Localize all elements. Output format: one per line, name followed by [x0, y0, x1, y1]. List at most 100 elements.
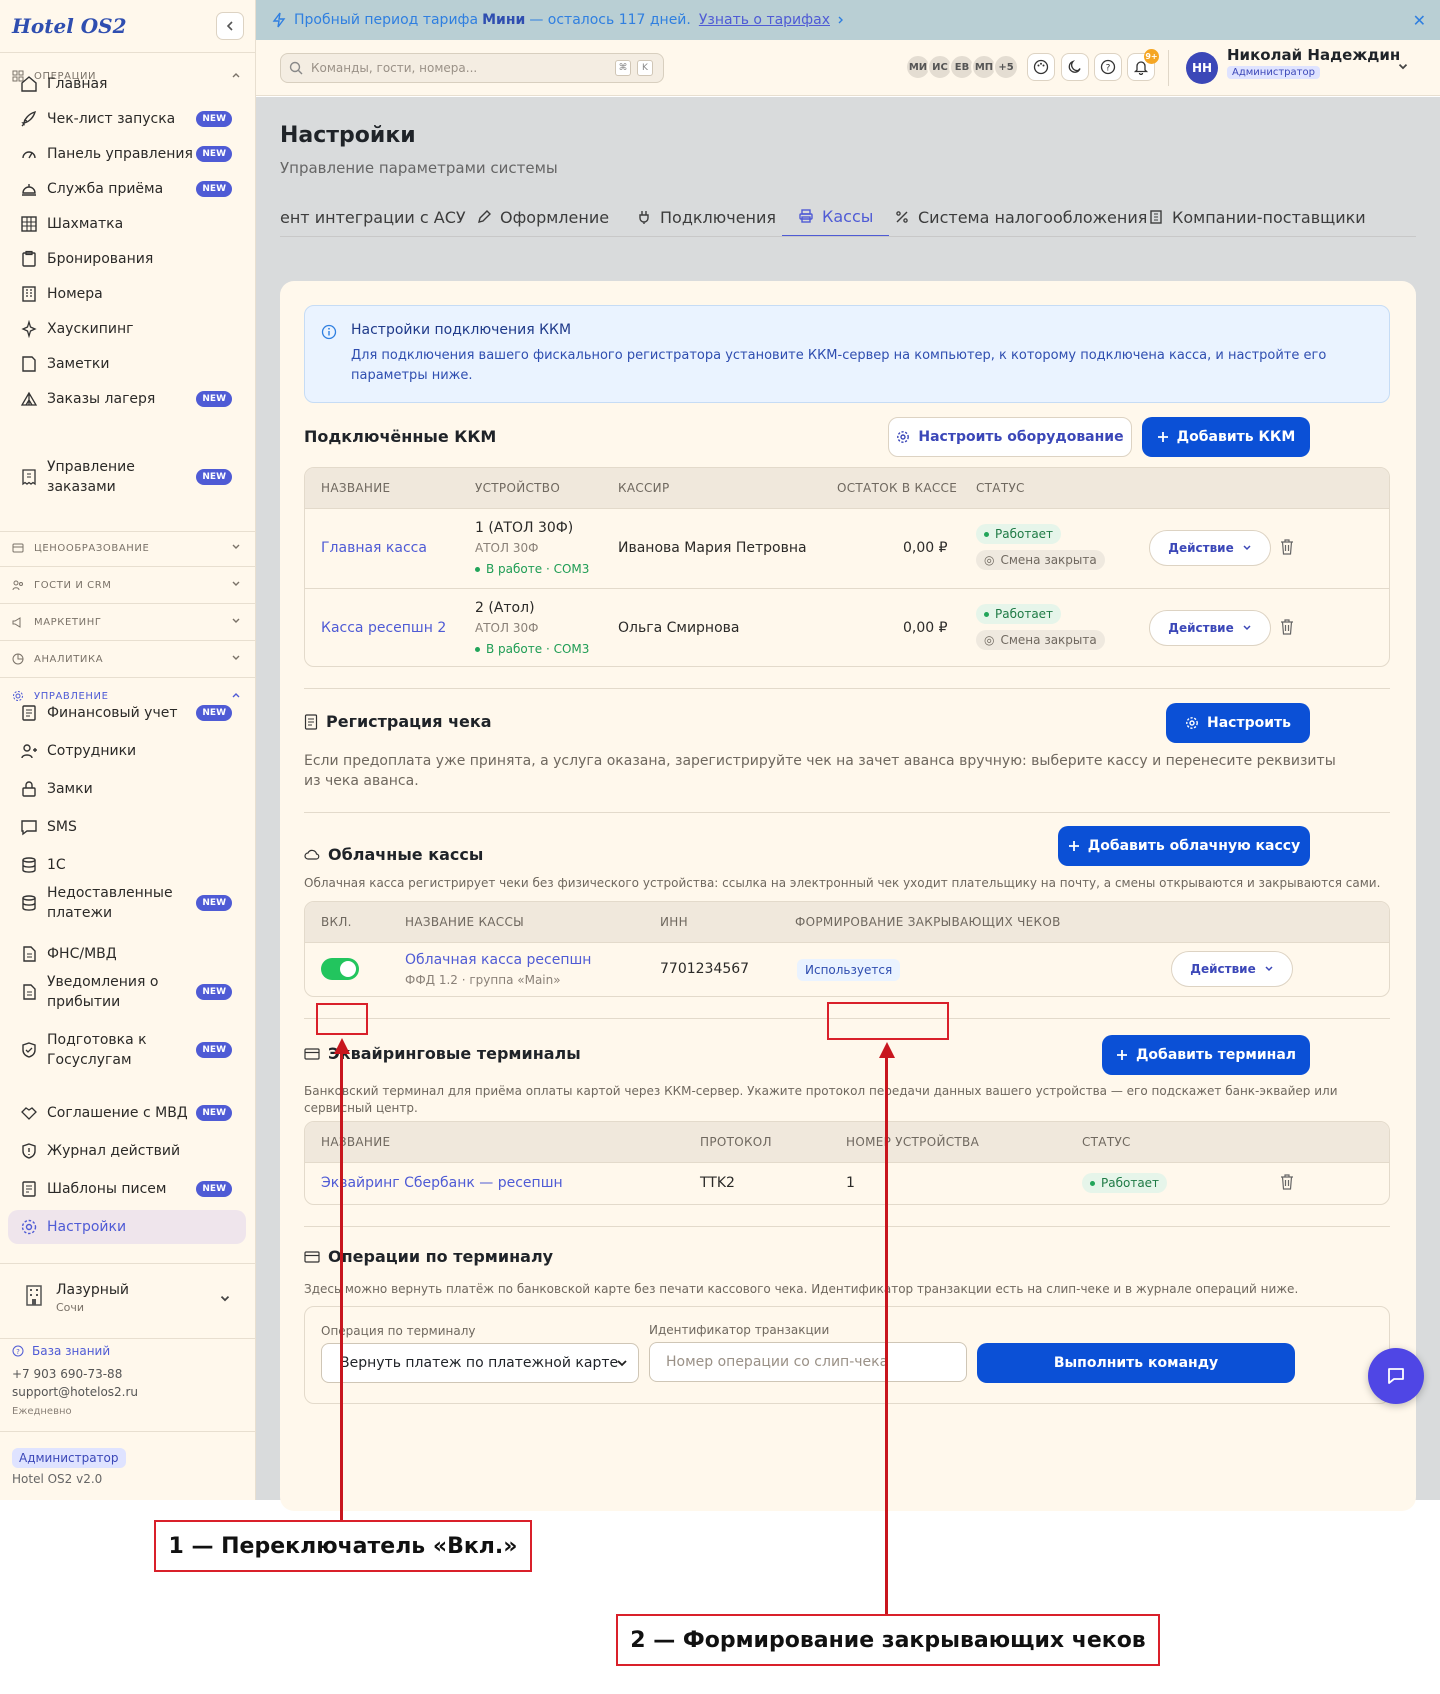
tab-label: Подключения — [660, 207, 777, 227]
kkm-name-link[interactable]: Главная касса — [321, 540, 427, 556]
notifications-button[interactable]: 9+ — [1127, 49, 1159, 81]
tariffs-link[interactable]: Узнать о тарифах — [699, 12, 830, 28]
lightning-icon — [272, 12, 286, 28]
sidebar-item-arrival-notices[interactable]: Уведомления о прибытии NEW — [20, 971, 246, 1013]
cloud-register-link[interactable]: Облачная касса ресепшн — [405, 952, 591, 968]
tab-suppliers[interactable]: Компании-поставщики — [1148, 197, 1366, 236]
trial-banner: Пробный период тарифа Мини — осталось 11… — [256, 0, 1440, 40]
sidebar-item-home[interactable]: Главная — [20, 67, 246, 101]
sidebar-item-label: Настройки — [47, 1219, 127, 1235]
operation-select[interactable]: Вернуть платеж по платежной карте — [321, 1343, 639, 1383]
support-phone[interactable]: +7 903 690-73-88 — [12, 1367, 122, 1381]
configure-receipt-button[interactable]: Настроить — [1166, 703, 1310, 743]
knowledge-base-link[interactable]: ? База знаний — [12, 1344, 110, 1358]
sidebar-item-sms[interactable]: SMS — [20, 810, 246, 844]
chat-button[interactable] — [1368, 1348, 1424, 1404]
tab-connections[interactable]: Подключения — [636, 197, 777, 236]
kkm-name-link[interactable]: Касса ресепшн 2 — [321, 620, 446, 636]
closing-receipts-badge[interactable]: Используется — [797, 959, 901, 981]
sidebar-item-staff[interactable]: Сотрудники — [20, 734, 246, 768]
terminal-ops-form: Операция по терминалу Вернуть платеж по … — [304, 1306, 1390, 1404]
add-kkm-button[interactable]: Добавить ККМ — [1142, 417, 1310, 457]
sidebar-item-front-desk[interactable]: Служба приёма NEW — [20, 172, 246, 206]
dark-mode-button[interactable] — [1061, 53, 1089, 81]
tab-taxation[interactable]: Система налогообложения — [894, 197, 1147, 236]
tab-asu-integration[interactable]: ент интеграции с АСУ — [280, 197, 466, 236]
sidebar-item-fns-mvd[interactable]: ФНС/МВД — [20, 937, 246, 971]
divider — [304, 1226, 1390, 1227]
sidebar-item-activity-log[interactable]: Журнал действий — [20, 1134, 246, 1168]
online-users[interactable]: МИ ИС ЕВ МП +5 — [905, 54, 1019, 80]
divider — [304, 688, 1390, 689]
tab-label: Кассы — [822, 206, 874, 226]
status-dot — [475, 566, 480, 572]
sidebar-item-chessboard[interactable]: Шахматка — [20, 207, 246, 241]
sidebar-item-locks[interactable]: Замки — [20, 772, 246, 806]
action-dropdown-button[interactable]: Действие — [1149, 530, 1271, 566]
handshake-icon — [20, 1104, 38, 1122]
add-terminal-button[interactable]: Добавить терминал — [1102, 1035, 1310, 1075]
user-icon — [20, 742, 38, 760]
status-text: Работает — [995, 607, 1054, 621]
app-logo[interactable]: Hotel OS2 — [12, 14, 127, 38]
close-banner-button[interactable]: ✕ — [1413, 11, 1426, 30]
column-header: КАССИР — [618, 481, 670, 495]
run-command-button[interactable]: Выполнить команду — [977, 1343, 1295, 1383]
new-badge: NEW — [196, 1105, 232, 1121]
group-analytics[interactable]: АНАЛИТИКА — [12, 649, 244, 669]
transaction-id-input[interactable]: Номер операции со слип-чека — [649, 1342, 967, 1382]
sidebar-item-housekeeping[interactable]: Хаускипинг — [20, 312, 246, 346]
plus-icon — [1116, 1049, 1128, 1061]
message-icon — [20, 818, 38, 836]
user-avatar[interactable]: НН — [1186, 52, 1218, 84]
user-name[interactable]: Николай Надеждин — [1227, 46, 1400, 64]
history-icon — [20, 1142, 38, 1160]
theme-palette-button[interactable] — [1027, 53, 1055, 81]
avatar-more[interactable]: +5 — [993, 54, 1019, 80]
tab-cash-registers[interactable]: Кассы — [782, 197, 890, 236]
sidebar-item-dashboard[interactable]: Панель управления NEW — [20, 137, 246, 171]
tab-appearance[interactable]: Оформление — [476, 197, 609, 236]
highlight-toggle — [316, 1003, 368, 1035]
transaction-id-placeholder: Номер операции со слип-чека — [666, 1354, 889, 1370]
group-guests[interactable]: ГОСТИ И CRM — [12, 575, 244, 595]
note-icon — [20, 355, 38, 373]
delete-terminal-button[interactable] — [1280, 1174, 1294, 1190]
sidebar-item-notes[interactable]: Заметки — [20, 347, 246, 381]
trash-icon — [1281, 619, 1293, 635]
support-email[interactable]: support@hotelos2.ru — [12, 1385, 138, 1399]
device-state-text: В работе · COM3 — [486, 642, 590, 656]
sidebar-item-label: Замки — [47, 781, 93, 797]
sidebar-item-mvd-agreement[interactable]: Соглашение с МВД NEW — [20, 1096, 246, 1130]
group-pricing[interactable]: ЦЕНООБРАЗОВАНИЕ — [12, 538, 244, 558]
terminal-name-link[interactable]: Эквайринг Сбербанк — ресепшн — [321, 1175, 563, 1191]
section-title-text: Эквайринговые терминалы — [328, 1044, 581, 1063]
enable-toggle[interactable] — [321, 958, 359, 980]
sidebar-item-finance[interactable]: Финансовый учет NEW — [20, 696, 246, 730]
collapse-sidebar-button[interactable] — [216, 12, 244, 40]
sidebar-item-email-templates[interactable]: Шаблоны писем NEW — [20, 1172, 246, 1206]
add-cloud-register-button[interactable]: Добавить облачную кассу — [1058, 826, 1310, 866]
chevron-down-icon[interactable] — [1396, 60, 1410, 74]
sidebar-item-bookings[interactable]: Бронирования — [20, 242, 246, 276]
delete-kkm-button[interactable] — [1280, 539, 1294, 555]
sidebar-item-order-management[interactable]: Управление заказами NEW — [20, 456, 246, 498]
action-dropdown-button[interactable]: Действие — [1149, 610, 1271, 646]
delete-kkm-button[interactable] — [1280, 619, 1294, 635]
sidebar-item-1c[interactable]: 1С — [20, 848, 246, 882]
sidebar-item-gosuslugi[interactable]: Подготовка к Госуслугам NEW — [20, 1029, 246, 1071]
sidebar-item-rooms[interactable]: Номера — [20, 277, 246, 311]
help-button[interactable]: ? — [1094, 53, 1122, 81]
divider — [1168, 50, 1169, 86]
configure-equipment-button[interactable]: Настроить оборудование — [888, 417, 1132, 457]
sidebar-item-camp-orders[interactable]: Заказы лагеря NEW — [20, 382, 246, 416]
search-input[interactable]: Команды, гости, номера... ⌘ K — [280, 53, 664, 83]
hotel-switcher[interactable]: Лазурный Сочи — [0, 1263, 256, 1339]
action-dropdown-button[interactable]: Действие — [1171, 951, 1293, 987]
group-marketing[interactable]: МАРКЕТИНГ — [12, 612, 244, 632]
table-header: ВКЛ. НАЗВАНИЕ КАССЫ ИНН ФОРМИРОВАНИЕ ЗАК… — [305, 902, 1389, 942]
shift-text: Смена закрыта — [1000, 553, 1097, 567]
sidebar-item-settings[interactable]: Настройки — [8, 1210, 246, 1244]
sidebar-item-failed-payments[interactable]: Недоставленные платежи NEW — [20, 882, 246, 924]
sidebar-item-launch-checklist[interactable]: Чек-лист запуска NEW — [20, 102, 246, 136]
